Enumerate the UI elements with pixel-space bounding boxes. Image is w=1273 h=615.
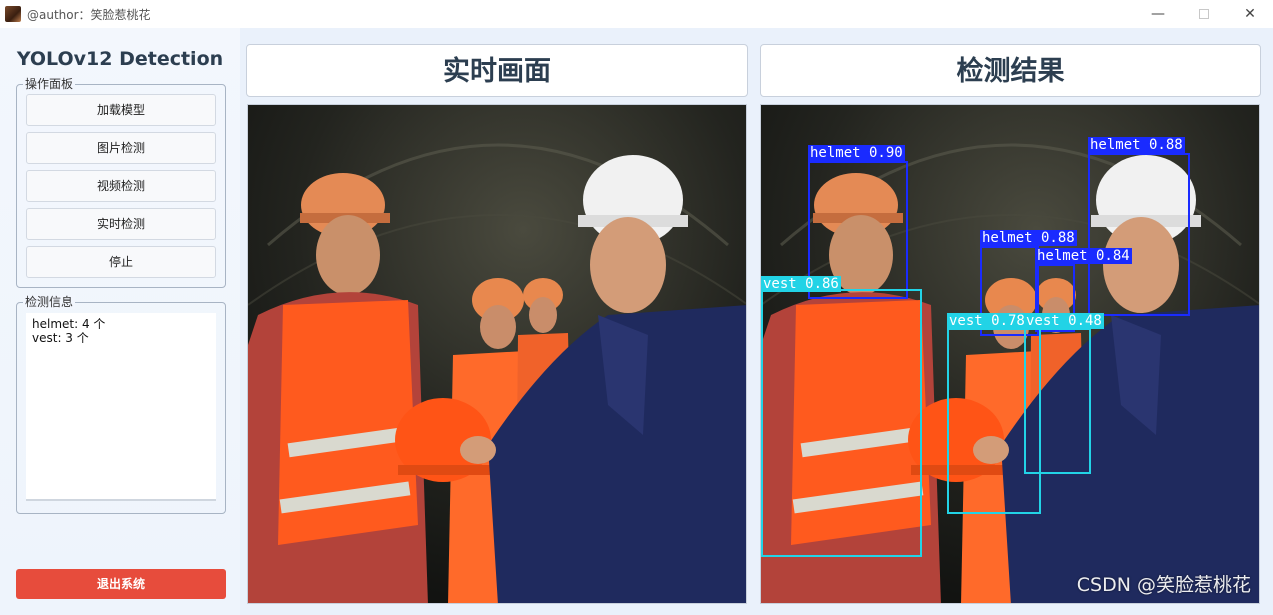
- detection-label: helmet 0.90: [808, 145, 905, 161]
- image-detect-button[interactable]: 图片检测: [26, 132, 216, 164]
- operation-panel-title: 操作面板: [23, 77, 76, 91]
- result-view-header: 检测结果: [760, 44, 1261, 97]
- info-line: helmet: 4 个: [32, 317, 106, 331]
- stop-button[interactable]: 停止: [26, 246, 216, 278]
- detection-box-helmet: [1088, 153, 1190, 316]
- detection-label: helmet 0.88: [980, 230, 1077, 246]
- maximize-icon: [1199, 9, 1209, 19]
- close-button[interactable]: ✕: [1227, 0, 1273, 28]
- operation-panel: 操作面板 加载模型 图片检测 视频检测 实时检测 停止: [16, 77, 226, 288]
- detection-label: vest 0.48: [1024, 313, 1104, 329]
- live-view-image: [247, 104, 747, 604]
- window-title: @author：笑脸惹桃花: [27, 7, 151, 22]
- window-titlebar: @author：笑脸惹桃花 — ✕: [0, 0, 1273, 28]
- maximize-button[interactable]: [1181, 0, 1227, 28]
- detection-info-panel: 检测信息 helmet: 4 个 vest: 3 个: [16, 295, 226, 514]
- app-icon: [5, 6, 21, 22]
- close-icon: ✕: [1244, 6, 1256, 22]
- detection-label: helmet 0.88: [1088, 137, 1185, 153]
- result-view-image: helmet 0.90 helmet 0.88 helmet 0.88 helm…: [760, 104, 1260, 604]
- load-model-button[interactable]: 加载模型: [26, 94, 216, 126]
- detection-box-vest: [761, 289, 922, 557]
- minimize-icon: —: [1151, 6, 1165, 22]
- minimize-button[interactable]: —: [1135, 0, 1181, 28]
- live-view-header: 实时画面: [246, 44, 748, 97]
- sidebar: YOLOv12 Detection 操作面板 加载模型 图片检测 视频检测 实时…: [0, 28, 240, 615]
- detection-info-text[interactable]: helmet: 4 个 vest: 3 个: [26, 313, 216, 501]
- scene-illustration: [248, 105, 746, 603]
- app-title: YOLOv12 Detection: [16, 48, 224, 70]
- video-detect-button[interactable]: 视频检测: [26, 170, 216, 202]
- detection-label: vest 0.86: [761, 276, 841, 292]
- detection-box-vest: [1024, 328, 1091, 474]
- detection-label: helmet 0.84: [1035, 248, 1132, 264]
- info-line: vest: 3 个: [32, 331, 89, 345]
- detection-label: vest 0.78: [947, 313, 1027, 329]
- exit-button[interactable]: 退出系统: [16, 569, 226, 599]
- realtime-detect-button[interactable]: 实时检测: [26, 208, 216, 240]
- detection-info-title: 检测信息: [23, 295, 76, 309]
- watermark: CSDN @笑脸惹桃花: [1076, 574, 1251, 596]
